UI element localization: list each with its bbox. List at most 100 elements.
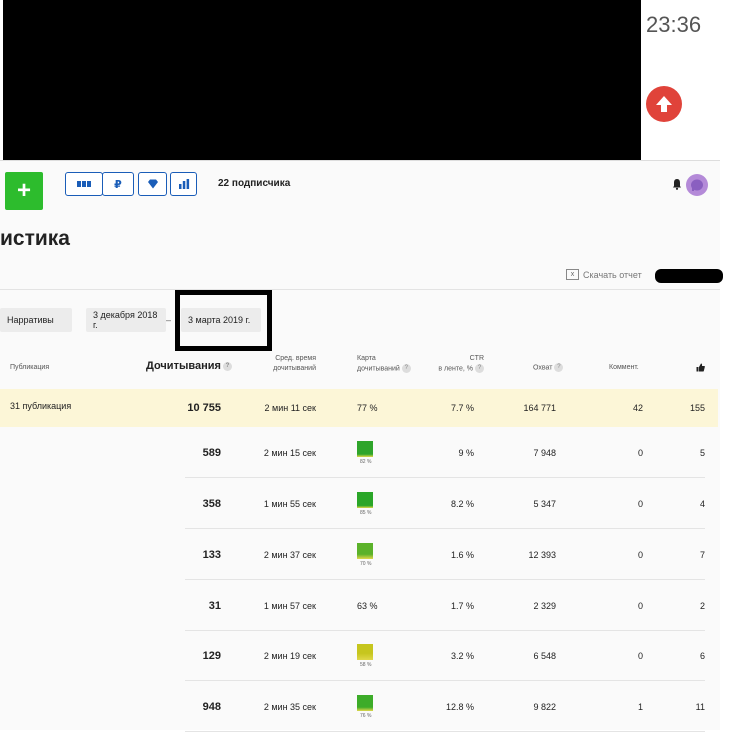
ruble-icon: ₽	[114, 178, 122, 191]
arrow-up-icon	[656, 96, 672, 112]
bell-icon[interactable]	[672, 178, 682, 190]
row-likes: 4	[699, 499, 705, 509]
row-comments: 1	[637, 702, 643, 712]
row-map-value: 63 %	[357, 601, 378, 611]
row-comments: 0	[637, 448, 643, 458]
col-header-map-line2: дочитываний	[357, 365, 400, 373]
col-header-reads[interactable]: Дочитывания?	[146, 360, 232, 372]
row-comments: 0	[637, 601, 643, 611]
row-reads: 358	[202, 498, 221, 510]
row-time: 2 мин 15 сек	[263, 448, 316, 458]
row-ctr: 1.6 %	[450, 550, 474, 560]
row-time: 2 мин 19 сек	[263, 651, 316, 661]
help-icon[interactable]: ?	[401, 364, 411, 373]
tool-ruble-button[interactable]: ₽	[102, 172, 134, 196]
redacted-top-banner	[3, 0, 641, 160]
tool-grid-button[interactable]	[65, 172, 103, 196]
row-likes: 6	[699, 651, 705, 661]
avatar[interactable]	[686, 174, 708, 196]
row-ctr: 3.2 %	[450, 651, 474, 661]
row-reach: 5 347	[533, 499, 556, 509]
subscribers-count: 22 подписчика	[218, 178, 291, 189]
reading-map-thumbnail[interactable]	[357, 492, 373, 508]
grid-icon	[77, 181, 91, 187]
total-row: 31 публикация 10 755 2 мин 11 сек 77 % 7…	[0, 389, 718, 427]
elephant-icon	[691, 179, 703, 191]
col-header-avg-time[interactable]: Сред. время дочитываний	[268, 354, 316, 374]
row-reach: 12 393	[528, 550, 556, 560]
total-reach: 164 771	[523, 403, 556, 413]
row-reads: 948	[202, 701, 221, 713]
table-row[interactable]: 358 1 мин 55 сек 85 % 8.2 % 5 347 0 4	[185, 478, 705, 529]
status-clock: 23:36	[646, 12, 702, 37]
bar-chart-icon	[178, 179, 189, 189]
table-row[interactable]: 129 2 мин 19 сек 58 % 3.2 % 6 548 0 6	[185, 630, 705, 681]
total-map: 77 %	[357, 403, 378, 413]
row-likes: 5	[699, 448, 705, 458]
total-reads: 10 755	[187, 402, 221, 414]
row-comments: 0	[637, 651, 643, 661]
col-header-map[interactable]: Карта дочитываний?	[357, 354, 411, 374]
row-ctr: 8.2 %	[450, 499, 474, 509]
help-icon[interactable]: ?	[475, 364, 484, 373]
reading-map-percent: 70 %	[360, 561, 372, 567]
row-reads: 31	[208, 600, 221, 612]
row-time: 2 мин 35 сек	[263, 702, 316, 712]
reading-map-percent: 82 %	[360, 459, 372, 465]
tool-stats-button[interactable]	[170, 172, 197, 196]
download-report-label: Скачать отчет	[583, 269, 642, 280]
reading-map-thumbnail[interactable]	[357, 644, 373, 660]
create-publication-button[interactable]: +	[5, 172, 43, 210]
row-reach: 7 948	[533, 448, 556, 458]
thumbs-up-icon[interactable]	[696, 363, 705, 372]
total-label: 31 публикация	[10, 401, 72, 411]
row-time: 1 мин 55 сек	[263, 499, 316, 509]
content-type-filter[interactable]: Нарративы	[0, 308, 72, 332]
download-report-link[interactable]: x Скачать отчет	[566, 269, 642, 280]
divider	[0, 289, 720, 290]
row-reach: 6 548	[533, 651, 556, 661]
diamond-icon	[147, 179, 158, 189]
row-time: 1 мин 57 сек	[263, 601, 316, 611]
col-header-reach-label: Охват	[533, 364, 553, 372]
date-range-dash: –	[166, 315, 172, 325]
row-ctr: 12.8 %	[445, 702, 474, 712]
scroll-up-button[interactable]	[646, 86, 682, 122]
reading-map-thumbnail[interactable]	[357, 441, 373, 457]
row-comments: 0	[637, 499, 643, 509]
col-header-reach[interactable]: Охват?	[533, 363, 564, 373]
table-row[interactable]: 31 1 мин 57 сек 63 % 1.7 % 2 329 0 2	[185, 580, 705, 631]
total-ctr: 7.7 %	[450, 403, 474, 413]
reading-map-thumbnail[interactable]	[357, 695, 373, 711]
reading-map-thumbnail[interactable]	[357, 543, 373, 559]
reading-map-percent: 85 %	[360, 510, 372, 516]
redacted-account-name	[655, 269, 723, 283]
row-reach: 9 822	[533, 702, 556, 712]
help-icon[interactable]: ?	[554, 363, 564, 372]
col-header-avg-time-line1: Сред. время	[275, 355, 316, 362]
page-title: истика	[0, 227, 70, 250]
row-reach: 2 329	[533, 601, 556, 611]
row-ctr: 1.7 %	[450, 601, 474, 611]
date-from-picker[interactable]: 3 декабря 2018 г.	[86, 308, 166, 332]
table-row[interactable]: 948 2 мин 35 сек 76 % 12.8 % 9 822 1 11	[185, 681, 705, 732]
row-time: 2 мин 37 сек	[263, 550, 316, 560]
row-comments: 0	[637, 550, 643, 560]
tool-diamond-button[interactable]	[138, 172, 167, 196]
col-header-ctr[interactable]: CTR в ленте, %?	[436, 354, 484, 374]
table-row[interactable]: 589 2 мин 15 сек 82 % 9 % 7 948 0 5	[185, 427, 705, 478]
col-header-ctr-line2: в ленте, %	[438, 365, 473, 373]
row-ctr: 9 %	[458, 448, 474, 458]
col-header-ctr-line1: CTR	[469, 355, 484, 362]
col-header-map-line1: Карта	[357, 355, 376, 362]
row-reads: 589	[202, 447, 221, 459]
total-likes: 155	[689, 403, 705, 413]
total-comments: 42	[632, 403, 643, 413]
table-row[interactable]: 133 2 мин 37 сек 70 % 1.6 % 12 393 0 7	[185, 529, 705, 580]
top-toolbar: + ₽ 22 подписчика	[0, 161, 720, 217]
help-icon[interactable]: ?	[222, 361, 232, 371]
col-header-reads-label: Дочитывания	[146, 360, 221, 372]
stats-page: + ₽ 22 подписчика истика x Скачать отчет…	[0, 160, 723, 732]
col-header-comments[interactable]: Коммент.	[609, 363, 639, 373]
row-reads: 133	[202, 549, 221, 561]
